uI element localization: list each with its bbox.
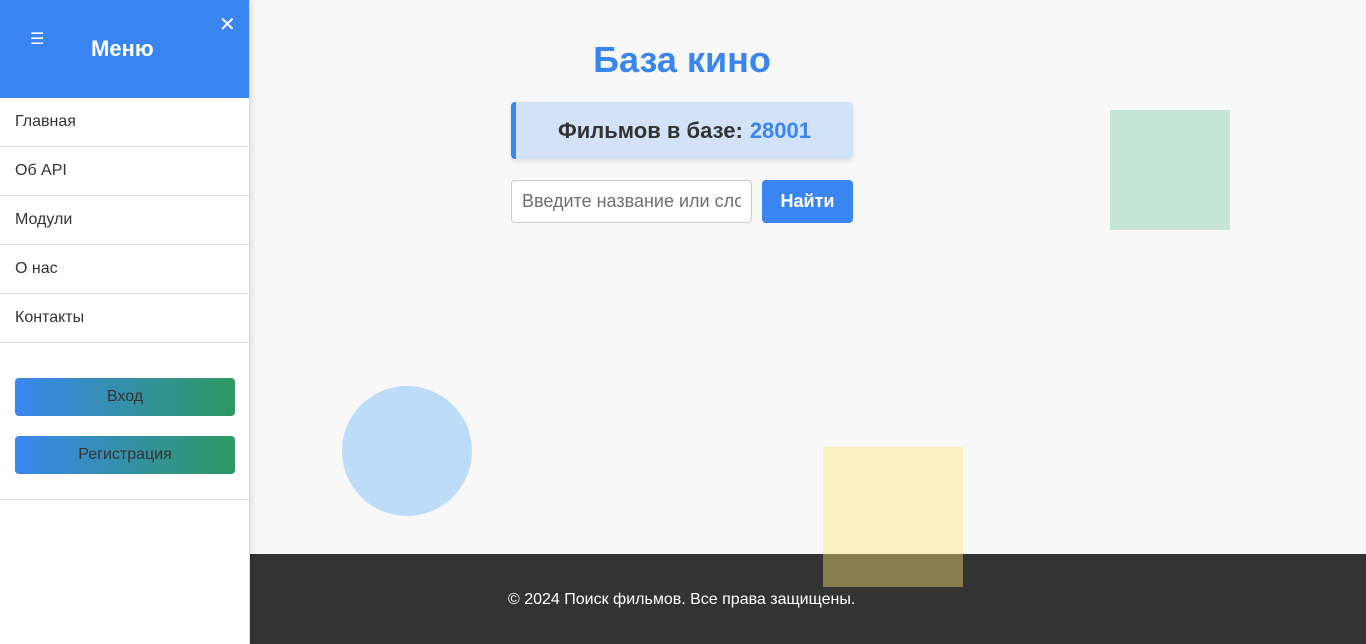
sidebar: ☰ Меню ✕ Главная Об API Модули О нас Кон… [0,0,250,644]
stats-count: 28001 [749,117,811,143]
sidebar-item-about-us[interactable]: О нас [0,245,249,294]
footer-copyright: © 2024 Поиск фильмов. Все права защищены… [508,591,856,608]
footer: © 2024 Поиск фильмов. Все права защищены… [250,554,1366,644]
hamburger-icon[interactable]: ☰ [30,30,44,50]
register-button[interactable]: Регистрация [15,436,235,474]
sidebar-item-modules[interactable]: Модули [0,196,249,245]
sidebar-item-about-api[interactable]: Об API [0,147,249,196]
stats-box: Фильмов в базе: 28001 [511,102,853,159]
auth-block: Вход Регистрация [0,343,249,500]
stats-label: Фильмов в базе: [558,117,743,143]
page-title: База кино [593,39,771,80]
close-icon[interactable]: ✕ [219,13,236,37]
login-button[interactable]: Вход [15,378,235,416]
decorative-green-square [1110,110,1230,230]
sidebar-item-contacts[interactable]: Контакты [0,294,249,343]
sidebar-header: ☰ Меню ✕ [0,0,249,98]
decorative-blue-circle [342,386,472,516]
decorative-yellow-square [823,447,963,587]
sidebar-title: Меню [91,36,154,61]
search-button[interactable]: Найти [762,180,853,223]
nav-list: Главная Об API Модули О нас Контакты [0,98,249,343]
search-input[interactable] [511,180,752,223]
sidebar-item-home[interactable]: Главная [0,98,249,147]
